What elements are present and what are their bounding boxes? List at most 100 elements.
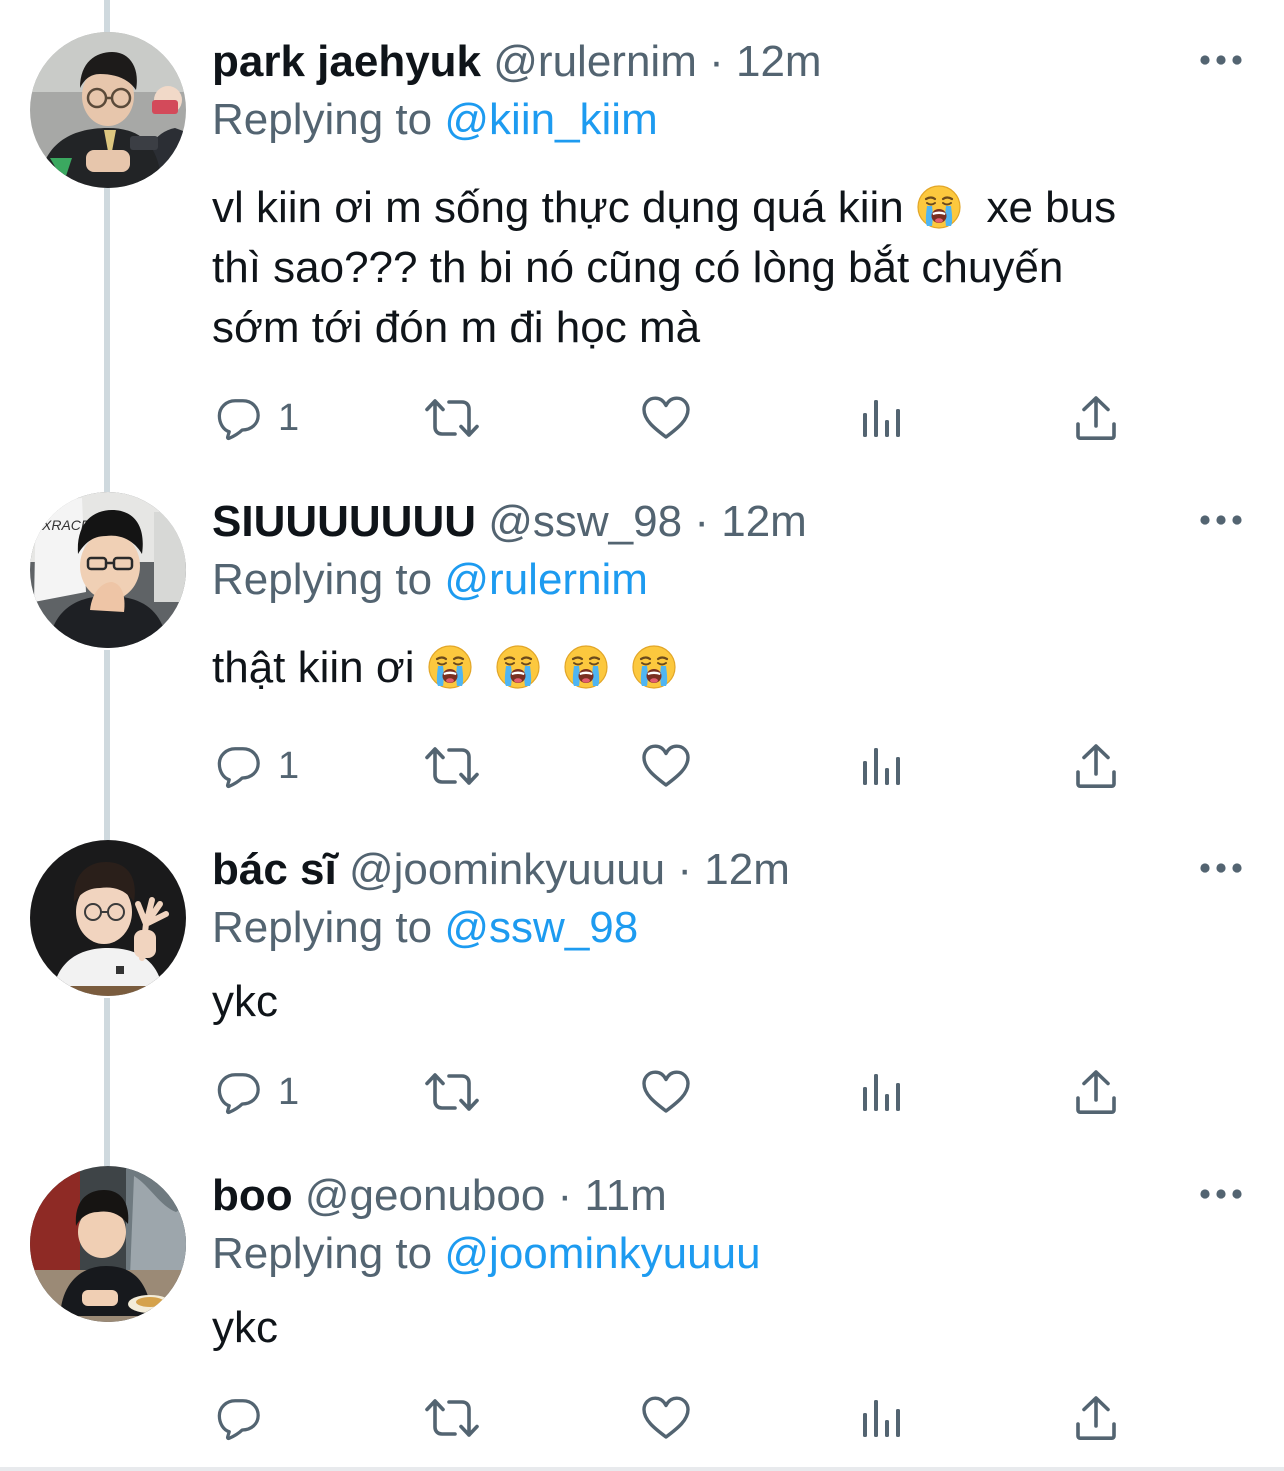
reply-count: 1 [278, 744, 300, 787]
share-button[interactable] [1074, 388, 1118, 448]
more-options-button[interactable] [1198, 856, 1244, 880]
tweet-header: park jaehyuk @rulernim · 12m [212, 32, 822, 92]
views-button[interactable] [860, 1062, 904, 1122]
like-button[interactable] [640, 1388, 692, 1448]
share-upload-icon [1074, 1068, 1118, 1116]
separator-dot: · [557, 1171, 573, 1220]
display-name[interactable]: park jaehyuk [212, 37, 481, 86]
reply-button[interactable]: 1 [216, 1062, 299, 1122]
timestamp[interactable]: 11m [584, 1171, 666, 1220]
tweet-actions [212, 1388, 1212, 1448]
replying-to-line: Replying to @rulernim [212, 550, 648, 610]
retweet-icon [424, 394, 480, 442]
heart-icon [640, 394, 692, 442]
more-horizontal-icon [1198, 508, 1244, 532]
replying-to-label: Replying to [212, 1229, 433, 1278]
tweet[interactable]: XRACE SIUUUUUUU @ssw_98 · 12m Replying t… [0, 492, 1284, 830]
timestamp[interactable]: 12m [704, 845, 790, 894]
more-options-button[interactable] [1198, 48, 1244, 72]
bar-chart-icon [860, 1396, 904, 1440]
tweet-text-line: sớm tới đón m đi học mà [212, 303, 701, 352]
timestamp[interactable]: 12m [736, 37, 822, 86]
loudly-crying-face-emoji [916, 184, 962, 230]
display-name[interactable]: bác sĩ [212, 845, 337, 894]
replying-to-line: Replying to @joominkyuuuu [212, 1224, 761, 1284]
like-button[interactable] [640, 1062, 692, 1122]
divider [0, 1467, 1284, 1471]
heart-icon [640, 742, 692, 790]
thread-connector-line [104, 0, 110, 32]
loudly-crying-face-emoji [563, 644, 609, 690]
user-handle[interactable]: @geonuboo [305, 1171, 545, 1220]
separator-dot: · [694, 497, 709, 546]
tweet-text-line: thì sao??? th bi nó cũng có lòng bắt chu… [212, 243, 1064, 292]
replying-to-mention[interactable]: @joominkyuuuu [444, 1229, 760, 1278]
tweet-text-line: vl kiin ơi m sống thực dụng quá kiin xe … [212, 183, 1117, 232]
tweet[interactable]: bác sĩ @joominkyuuuu · 12m Replying to @… [0, 840, 1284, 1156]
views-button[interactable] [860, 388, 904, 448]
reply-button[interactable] [216, 1388, 278, 1448]
reply-bubble-icon [216, 395, 262, 441]
tweet-actions: 1 [212, 388, 1212, 448]
user-handle[interactable]: @joominkyuuuu [349, 845, 665, 894]
replying-to-mention[interactable]: @kiin_kiim [444, 95, 657, 144]
retweet-button[interactable] [424, 736, 480, 796]
separator-dot: · [709, 37, 724, 86]
share-upload-icon [1074, 394, 1118, 442]
retweet-button[interactable] [424, 388, 480, 448]
reply-bubble-icon [216, 1395, 262, 1441]
reply-bubble-icon [216, 743, 262, 789]
tweet-actions: 1 [212, 736, 1212, 796]
tweet-text: thật kiin ơi [212, 638, 677, 698]
replying-to-line: Replying to @ssw_98 [212, 898, 638, 958]
loudly-crying-face-emoji [427, 644, 473, 690]
like-button[interactable] [640, 736, 692, 796]
avatar[interactable] [30, 32, 186, 188]
bar-chart-icon [860, 1070, 904, 1114]
tweet-text: vl kiin ơi m sống thực dụng quá kiin xe … [212, 178, 1116, 358]
timestamp[interactable]: 12m [721, 497, 807, 546]
loudly-crying-face-emoji [495, 644, 541, 690]
tweet-text: ykc [212, 977, 278, 1026]
reply-button[interactable]: 1 [216, 736, 299, 796]
bar-chart-icon [860, 744, 904, 788]
tweet[interactable]: boo @geonuboo · 11m Replying to @joomink… [0, 1166, 1284, 1466]
display-name[interactable]: boo [212, 1171, 293, 1220]
share-upload-icon [1074, 1394, 1118, 1442]
heart-icon [640, 1068, 692, 1116]
retweet-button[interactable] [424, 1062, 480, 1122]
tweet[interactable]: park jaehyuk @rulernim · 12m Replying to… [0, 32, 1284, 472]
replying-to-mention[interactable]: @ssw_98 [444, 903, 638, 952]
avatar[interactable] [30, 1166, 186, 1322]
replying-to-mention[interactable]: @rulernim [444, 555, 648, 604]
reply-button[interactable]: 1 [216, 388, 299, 448]
share-button[interactable] [1074, 1388, 1118, 1448]
tweet-header: bác sĩ @joominkyuuuu · 12m [212, 840, 790, 900]
loudly-crying-face-emoji [631, 644, 677, 690]
views-button[interactable] [860, 1388, 904, 1448]
share-button[interactable] [1074, 1062, 1118, 1122]
more-options-button[interactable] [1198, 508, 1244, 532]
retweet-button[interactable] [424, 1388, 480, 1448]
replying-to-label: Replying to [212, 555, 433, 604]
tweet-header: boo @geonuboo · 11m [212, 1166, 667, 1226]
avatar[interactable]: XRACE [30, 492, 186, 648]
views-button[interactable] [860, 736, 904, 796]
more-options-button[interactable] [1198, 1182, 1244, 1206]
reply-bubble-icon [216, 1069, 262, 1115]
share-upload-icon [1074, 742, 1118, 790]
user-handle[interactable]: @ssw_98 [488, 497, 682, 546]
retweet-icon [424, 1068, 480, 1116]
more-horizontal-icon [1198, 1182, 1244, 1206]
display-name[interactable]: SIUUUUUUU [212, 497, 476, 546]
replying-to-label: Replying to [212, 903, 433, 952]
retweet-icon [424, 1394, 480, 1442]
avatar[interactable] [30, 840, 186, 996]
share-button[interactable] [1074, 736, 1118, 796]
user-handle[interactable]: @rulernim [493, 37, 697, 86]
separator-dot: · [677, 845, 693, 894]
like-button[interactable] [640, 388, 692, 448]
heart-icon [640, 1394, 692, 1442]
more-horizontal-icon [1198, 856, 1244, 880]
reply-count: 1 [278, 1070, 300, 1113]
